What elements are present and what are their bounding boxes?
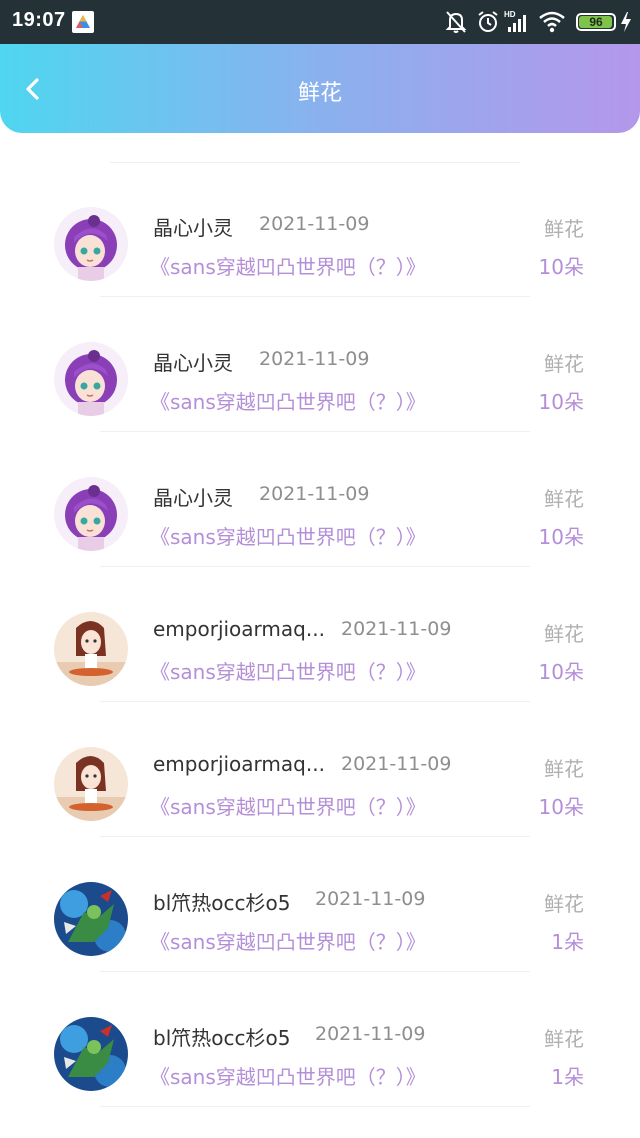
gift-count: 10朵 <box>538 525 584 549</box>
gift-type-label: 鲜花 <box>544 352 584 376</box>
user-avatar[interactable] <box>54 477 128 551</box>
gift-count: 10朵 <box>538 795 584 819</box>
app-notification-icon <box>72 11 94 33</box>
gift-type-label: 鲜花 <box>544 1027 584 1051</box>
record-date: 2021-11-09 <box>315 1023 426 1045</box>
gift-type-label: 鲜花 <box>544 892 584 916</box>
status-bar: 19:07 HD 96 <box>0 0 640 44</box>
gift-count: 1朵 <box>551 1065 584 1089</box>
status-time: 19:07 <box>12 9 66 31</box>
gift-record-row[interactable]: 晶心小灵 2021-11-09 《sans穿越凹凸世界吧（？）》 鲜花 10朵 <box>0 297 640 432</box>
book-title-link[interactable]: 《sans穿越凹凸世界吧（？）》 <box>150 656 426 685</box>
game-hero-avatar-icon <box>54 1017 128 1091</box>
hd-signal-icon: HD <box>504 9 532 39</box>
gift-count: 10朵 <box>538 255 584 279</box>
purple-anime-avatar-icon <box>54 207 128 281</box>
gift-record-row[interactable]: 晶心小灵 2021-11-09 《sans穿越凹凸世界吧（？）》 鲜花 10朵 <box>0 162 640 297</box>
page-title: 鲜花 <box>297 81 342 106</box>
username: emporjioarmaq... <box>153 752 325 776</box>
gift-type-label: 鲜花 <box>544 217 584 241</box>
username: bl笊热occ杉o5 <box>153 891 291 915</box>
username: 晶心小灵 <box>153 486 233 510</box>
record-date: 2021-11-09 <box>259 348 370 370</box>
alarm-icon <box>476 9 500 39</box>
user-avatar[interactable] <box>54 612 128 686</box>
gift-record-row[interactable]: bl笊热occ杉o5 2021-11-09 《sans穿越凹凸世界吧（？）》 鲜… <box>0 837 640 972</box>
username: 晶心小灵 <box>153 351 233 375</box>
charging-icon <box>620 9 632 39</box>
gift-record-row[interactable]: 晶心小灵 2021-11-09 《sans穿越凹凸世界吧（？）》 鲜花 10朵 <box>0 432 640 567</box>
game-hero-avatar-icon <box>54 882 128 956</box>
user-avatar[interactable] <box>54 882 128 956</box>
battery-icon: 96 <box>576 13 616 31</box>
book-title-link[interactable]: 《sans穿越凹凸世界吧（？）》 <box>150 791 426 820</box>
user-avatar[interactable] <box>54 1017 128 1091</box>
gift-count: 10朵 <box>538 390 584 414</box>
purple-anime-avatar-icon <box>54 342 128 416</box>
record-date: 2021-11-09 <box>315 888 426 910</box>
book-title-link[interactable]: 《sans穿越凹凸世界吧（？）》 <box>150 386 426 415</box>
wifi-icon <box>538 9 566 39</box>
book-title-link[interactable]: 《sans穿越凹凸世界吧（？）》 <box>150 251 426 280</box>
brown-hair-girl-avatar-icon <box>54 747 128 821</box>
book-title-link[interactable]: 《sans穿越凹凸世界吧（？）》 <box>150 521 426 550</box>
user-avatar[interactable] <box>54 342 128 416</box>
gift-record-list: 晶心小灵 2021-11-09 《sans穿越凹凸世界吧（？）》 鲜花 10朵 … <box>0 162 640 1107</box>
username: emporjioarmaq... <box>153 617 325 641</box>
book-title-link[interactable]: 《sans穿越凹凸世界吧（？）》 <box>150 1061 426 1090</box>
brown-hair-girl-avatar-icon <box>54 612 128 686</box>
gift-record-row[interactable]: emporjioarmaq... 2021-11-09 《sans穿越凹凸世界吧… <box>0 567 640 702</box>
record-date: 2021-11-09 <box>259 483 370 505</box>
gift-type-label: 鲜花 <box>544 622 584 646</box>
status-icons: HD 96 <box>400 9 632 35</box>
svg-text:HD: HD <box>504 10 516 19</box>
gift-count: 1朵 <box>551 930 584 954</box>
username: 晶心小灵 <box>153 216 233 240</box>
page-header: 鲜花 <box>0 44 640 133</box>
record-date: 2021-11-09 <box>341 618 452 640</box>
record-date: 2021-11-09 <box>341 753 452 775</box>
book-title-link[interactable]: 《sans穿越凹凸世界吧（？）》 <box>150 926 426 955</box>
mute-bell-icon <box>444 9 468 39</box>
gift-record-row[interactable]: emporjioarmaq... 2021-11-09 《sans穿越凹凸世界吧… <box>0 702 640 837</box>
username: bl笊热occ杉o5 <box>153 1026 291 1050</box>
gift-record-row[interactable]: bl笊热occ杉o5 2021-11-09 《sans穿越凹凸世界吧（？）》 鲜… <box>0 972 640 1107</box>
user-avatar[interactable] <box>54 747 128 821</box>
gift-type-label: 鲜花 <box>544 487 584 511</box>
record-date: 2021-11-09 <box>259 213 370 235</box>
battery-level: 96 <box>589 15 603 29</box>
purple-anime-avatar-icon <box>54 477 128 551</box>
user-avatar[interactable] <box>54 207 128 281</box>
gift-count: 10朵 <box>538 660 584 684</box>
gift-type-label: 鲜花 <box>544 757 584 781</box>
